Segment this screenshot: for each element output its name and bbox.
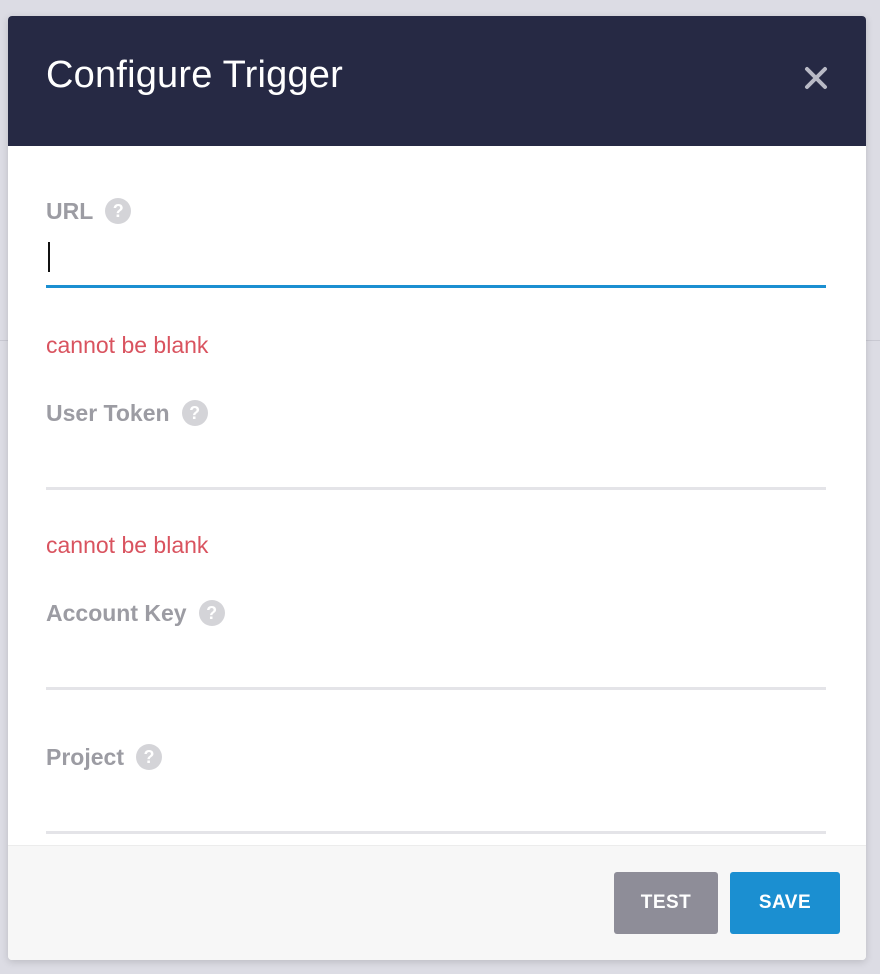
project-label: Project — [46, 743, 124, 770]
user-token-input[interactable] — [46, 446, 826, 490]
close-button[interactable] — [800, 62, 832, 94]
project-input[interactable] — [46, 790, 826, 834]
project-help-icon[interactable]: ? — [135, 744, 162, 770]
user-token-error: cannot be blank — [46, 532, 209, 558]
close-icon — [805, 67, 827, 89]
test-button[interactable]: TEST — [614, 872, 718, 934]
url-error: cannot be blank — [46, 332, 209, 358]
account-key-help-icon[interactable]: ? — [198, 600, 225, 626]
url-field-group: URL ? — [46, 196, 826, 288]
dialog-title: Configure Trigger — [46, 54, 343, 96]
user-token-label: User Token — [46, 399, 170, 426]
save-button[interactable]: SAVE — [730, 872, 840, 934]
project-field-group: Project ? — [46, 742, 826, 834]
account-key-label: Account Key — [46, 599, 187, 626]
account-key-input[interactable] — [46, 646, 826, 690]
dialog-header: Configure Trigger — [8, 16, 866, 146]
account-key-field-group: Account Key ? — [46, 598, 826, 690]
dialog-footer: TEST SAVE — [8, 845, 866, 960]
configure-trigger-dialog: Configure Trigger URL ? cannot be blank … — [8, 16, 866, 960]
url-label: URL — [46, 197, 94, 224]
url-help-icon[interactable]: ? — [105, 198, 132, 224]
user-token-help-icon[interactable]: ? — [181, 400, 208, 426]
user-token-field-group: User Token ? — [46, 398, 826, 490]
text-cursor — [48, 242, 50, 272]
url-input[interactable] — [46, 244, 826, 288]
